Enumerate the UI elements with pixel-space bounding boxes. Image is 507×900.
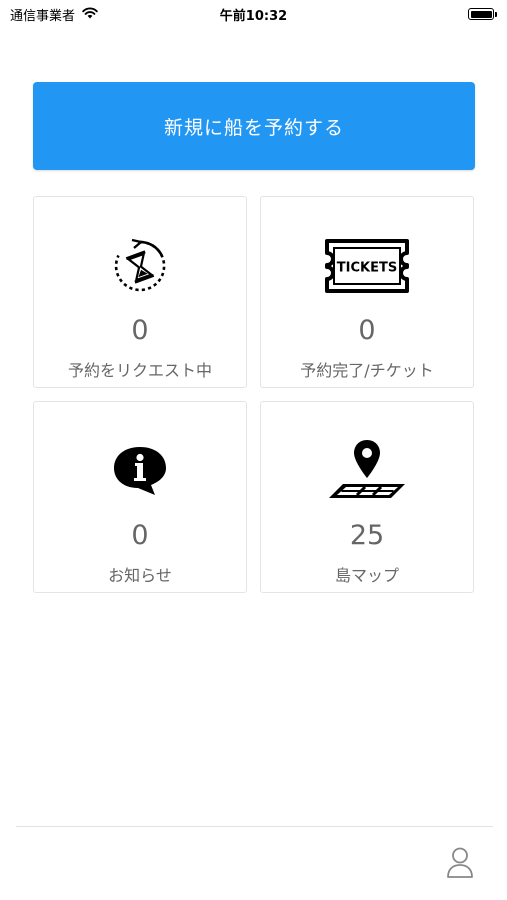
tickets-label: 予約完了/チケット (300, 361, 434, 380)
home-screen: 通信事業者 午前10:32 新規に船を予約する 0 予約をリクエスト中 TICK… (0, 0, 507, 900)
map-pin-icon (261, 440, 473, 502)
wifi-icon (81, 6, 99, 23)
tickets-card[interactable]: TICKETS 0 予約完了/チケット (260, 196, 474, 388)
island-map-card[interactable]: 25 島マップ (260, 401, 474, 593)
tickets-icon: TICKETS (261, 235, 473, 297)
pending-requests-label: 予約をリクエスト中 (67, 361, 212, 380)
notices-card[interactable]: 0 お知らせ (33, 401, 247, 593)
pending-requests-count: 0 (131, 315, 149, 346)
profile-tab-button[interactable] (443, 846, 477, 882)
tickets-icon-text: TICKETS (337, 261, 397, 276)
notices-label: お知らせ (108, 566, 172, 585)
notices-count: 0 (131, 520, 149, 551)
person-icon (446, 846, 474, 882)
hourglass-icon (34, 235, 246, 297)
tickets-count: 0 (358, 315, 376, 346)
reserve-new-boat-button[interactable]: 新規に船を予約する (33, 82, 475, 170)
pending-requests-card[interactable]: 0 予約をリクエスト中 (33, 196, 247, 388)
battery-icon (468, 8, 497, 20)
island-map-count: 25 (349, 520, 385, 551)
status-left: 通信事業者 (10, 5, 99, 24)
island-map-label: 島マップ (334, 566, 399, 585)
tab-bar-divider (16, 826, 493, 827)
status-bar: 通信事業者 午前10:32 (0, 0, 507, 28)
info-bubble-icon (34, 440, 246, 502)
carrier-name: 通信事業者 (10, 8, 76, 24)
